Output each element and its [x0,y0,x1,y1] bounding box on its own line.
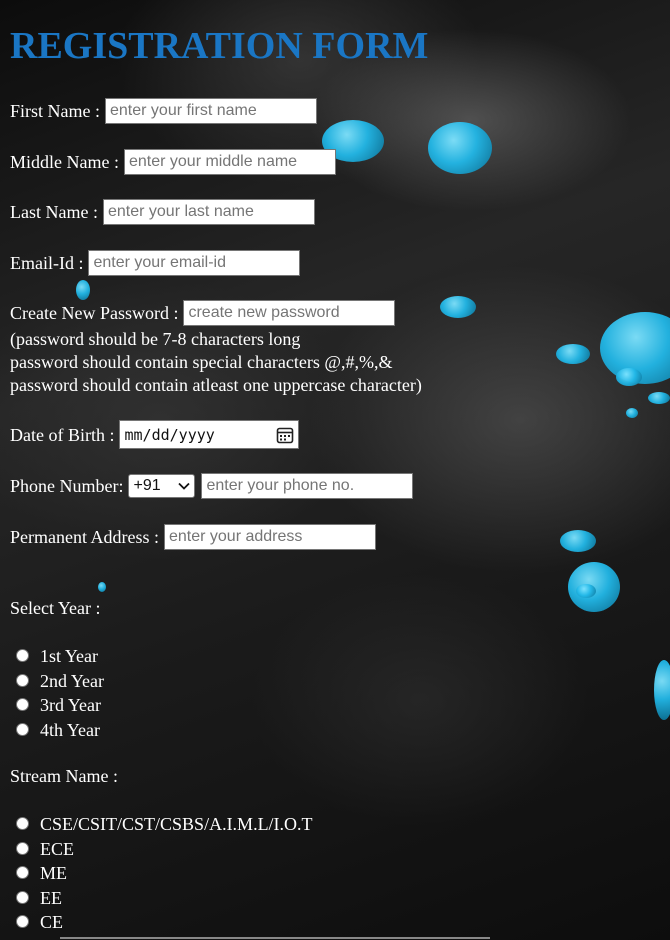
stream-option-label: CSE/CSIT/CST/CSBS/A.I.M.L/I.O.T [40,814,313,834]
stream-option-label: ME [40,863,67,883]
scroll-edge-divider [60,937,490,939]
dob-label: Date of Birth : [10,424,115,445]
dob-value: mm/dd/yyyy [124,425,215,444]
calendar-icon[interactable] [276,426,294,444]
radio-button[interactable] [16,697,29,711]
water-drop [654,660,670,720]
water-drop [556,344,590,364]
password-rule: (password should be 7-8 characters long [10,329,301,349]
radio-button[interactable] [16,890,29,904]
water-drop [626,408,638,418]
stream-option[interactable]: CSE/CSIT/CST/CSBS/A.I.M.L/I.O.T [16,813,313,835]
radio-button[interactable] [16,816,29,830]
phone-row: Phone Number: +91 [10,473,414,499]
first-name-input[interactable] [105,98,317,124]
last-name-row: Last Name : [10,199,315,225]
radio-button[interactable] [16,673,29,687]
dob-row: Date of Birth : mm/dd/yyyy [10,420,300,449]
year-option-label: 3rd Year [40,695,101,715]
form-title: REGISTRATION FORM [10,25,429,67]
water-drop [576,584,596,598]
select-year-label: Select Year : [10,598,101,618]
radio-button[interactable] [16,865,29,879]
water-drop [648,392,670,404]
water-drop [98,582,106,592]
radio-button[interactable] [16,648,29,662]
select-year-heading: Select Year : [10,597,100,619]
country-code-select[interactable]: +91 [128,474,196,498]
stream-option[interactable]: ECE [16,838,74,860]
email-row: Email-Id : [10,250,301,276]
phone-input[interactable] [201,473,414,499]
password-row: Create New Password : [10,300,396,326]
water-drop [76,280,90,300]
first-name-row: First Name : [10,98,317,124]
water-drop [440,296,476,318]
address-input[interactable] [163,524,376,550]
stream-option[interactable]: EE [16,887,62,909]
middle-name-row: Middle Name : [10,149,336,175]
radio-button[interactable] [16,722,29,736]
phone-label: Phone Number: [10,476,124,496]
stream-heading: Stream Name : [10,765,118,787]
stream-option[interactable]: CE [16,911,63,933]
stream-option-label: EE [40,888,62,908]
password-rules: (password should be 7-8 characters long … [10,328,422,397]
year-option-label: 1st Year [40,646,99,666]
year-option[interactable]: 2nd Year [16,670,104,692]
water-drop [616,368,642,386]
radio-button[interactable] [16,841,29,855]
water-drop [560,530,596,552]
password-rule: password should contain special characte… [10,352,393,372]
address-row: Permanent Address : [10,524,376,550]
dob-input[interactable]: mm/dd/yyyy [119,420,300,449]
password-label: Create New Password : [10,303,179,323]
last-name-label: Last Name : [10,202,98,222]
year-option[interactable]: 1st Year [16,645,98,667]
email-label: Email-Id : [10,253,84,273]
stream-option[interactable]: ME [16,862,67,884]
year-option[interactable]: 4th Year [16,719,100,741]
middle-name-input[interactable] [123,149,336,175]
stream-label: Stream Name : [10,766,118,786]
stream-option-label: CE [40,912,64,932]
background-image [0,0,670,940]
middle-name-label: Middle Name : [10,152,119,172]
last-name-input[interactable] [102,199,315,225]
address-label: Permanent Address : [10,527,159,547]
radio-button[interactable] [16,914,29,928]
password-rule: password should contain atleast one uppe… [10,375,422,395]
password-input[interactable] [183,300,396,326]
email-input[interactable] [88,250,301,276]
chevron-down-icon [178,482,191,490]
water-drop [428,122,492,174]
country-code-value: +91 [133,477,161,494]
year-option[interactable]: 3rd Year [16,694,101,716]
first-name-label: First Name : [10,101,100,121]
year-option-label: 2nd Year [40,671,105,691]
year-option-label: 4th Year [40,720,101,740]
stream-option-label: ECE [40,839,74,859]
